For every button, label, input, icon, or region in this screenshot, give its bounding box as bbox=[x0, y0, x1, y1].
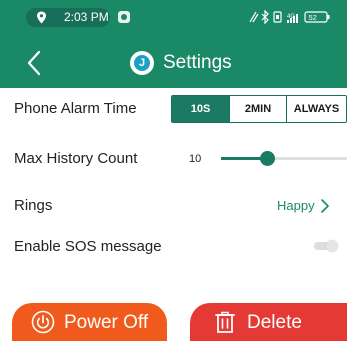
alarm-time-segmented-control: 10S 2MIN ALWAYS bbox=[171, 95, 347, 123]
rings-label: Rings bbox=[14, 197, 53, 214]
power-off-label: Power Off bbox=[64, 312, 149, 333]
battery-level: 52 bbox=[309, 13, 317, 22]
wifi-icon: 4G bbox=[287, 14, 298, 23]
delete-button[interactable]: Delete bbox=[190, 303, 347, 341]
page-title: Settings bbox=[163, 52, 232, 73]
history-count-value: 10 bbox=[189, 153, 202, 165]
app-logo: J bbox=[130, 51, 154, 75]
app-notification-icon bbox=[118, 11, 130, 23]
alarm-option-2min[interactable]: 2MIN bbox=[229, 96, 286, 122]
vibrate-icon bbox=[273, 11, 282, 23]
chevron-right-icon[interactable] bbox=[319, 198, 331, 214]
app-header: 2:03 PM 4G 52 J Settings bbox=[0, 0, 347, 88]
history-count-slider-thumb[interactable] bbox=[260, 151, 275, 166]
status-bar: 2:03 PM 4G 52 bbox=[0, 0, 347, 30]
trash-icon bbox=[215, 311, 235, 333]
system-status-icons: 4G 52 bbox=[249, 10, 330, 24]
alarm-option-always[interactable]: ALWAYS bbox=[286, 96, 346, 122]
max-history-count-label: Max History Count bbox=[14, 150, 138, 167]
sos-toggle[interactable] bbox=[314, 240, 338, 252]
alarm-option-10s[interactable]: 10S bbox=[172, 96, 229, 122]
phone-alarm-time-label: Phone Alarm Time bbox=[14, 100, 137, 117]
nav-bar: J Settings bbox=[0, 38, 347, 88]
power-off-button[interactable]: Power Off bbox=[12, 303, 167, 341]
app-logo-letter: J bbox=[134, 55, 150, 71]
chevron-left-icon[interactable] bbox=[20, 48, 50, 78]
nfc-icon bbox=[249, 11, 259, 23]
sos-toggle-knob bbox=[326, 240, 338, 252]
location-pin-icon bbox=[37, 11, 46, 24]
power-icon bbox=[31, 310, 55, 334]
bluetooth-icon bbox=[261, 10, 269, 24]
battery-icon: 52 bbox=[304, 11, 330, 23]
status-time: 2:03 PM bbox=[64, 10, 109, 24]
ring-value[interactable]: Happy bbox=[277, 198, 315, 214]
enable-sos-label: Enable SOS message bbox=[14, 238, 162, 255]
delete-label: Delete bbox=[247, 312, 302, 333]
